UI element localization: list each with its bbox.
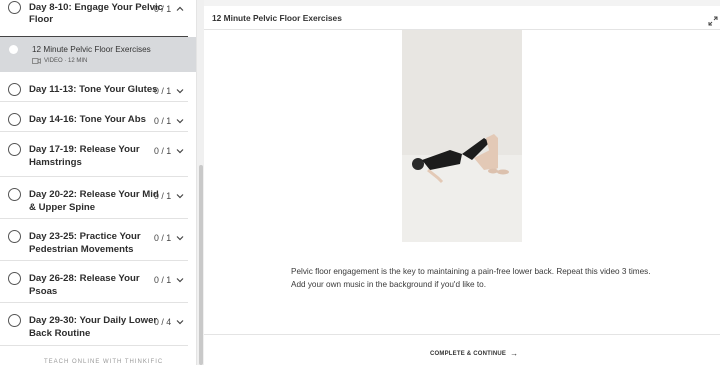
section-title-line1: Day 23-25: Practice Your: [29, 231, 141, 242]
sidebar-section[interactable]: Day 20-22: Release Your Mid & Upper Spine…: [0, 177, 188, 219]
lesson-title: 12 Minute Pelvic Floor Exercises: [32, 45, 151, 54]
page-title: 12 Minute Pelvic Floor Exercises: [212, 13, 342, 23]
chevron-down-icon[interactable]: [175, 317, 185, 327]
section-count: 0 / 1: [154, 116, 172, 126]
chevron-down-icon[interactable]: [175, 233, 185, 243]
progress-circle-icon: [8, 230, 21, 243]
section-count: 0 / 1: [154, 86, 172, 96]
content-header: 12 Minute Pelvic Floor Exercises: [204, 6, 720, 30]
progress-circle-icon: [8, 272, 21, 285]
section-title-line1: Day 20-22: Release Your Mid: [29, 189, 159, 200]
section-count: 0 / 1: [154, 275, 172, 285]
section-count: 0 / 1: [154, 4, 172, 14]
complete-continue-button[interactable]: COMPLETE & CONTINUE →: [430, 349, 518, 358]
section-count: 0 / 4: [154, 317, 172, 327]
section-title-line2: & Upper Spine: [29, 201, 96, 213]
section-title-line2: Floor: [29, 14, 53, 25]
sidebar-section[interactable]: Day 29-30: Your Daily Lower Back Routine 0…: [0, 303, 188, 346]
description-line1: Pelvic floor engagement is the key to ma…: [291, 267, 651, 276]
section-title-line1: Day 8-10: Engage Your Pelvic: [29, 2, 164, 13]
chevron-up-icon[interactable]: [175, 4, 185, 14]
section-title-line2: Back Routine: [29, 327, 91, 339]
section-count: 0 / 1: [154, 233, 172, 243]
lesson-meta: VIDEO · 12 MIN: [32, 58, 87, 64]
section-title-line1: Day 29-30: Your Daily Lower: [29, 315, 158, 326]
chevron-down-icon[interactable]: [175, 146, 185, 156]
lesson-status-dot: [9, 45, 18, 54]
video-player[interactable]: [402, 30, 522, 242]
complete-continue-label: COMPLETE & CONTINUE: [430, 350, 507, 357]
section-title-line1: Day 14-16: Tone Your Abs: [29, 114, 146, 125]
section-day-8-10[interactable]: Day 8-10: Engage Your Pelvic Floor 0 / 1: [0, 0, 188, 37]
section-count: 0 / 1: [154, 146, 172, 156]
footer-link[interactable]: TEACH ONLINE WITH THINKIFIC: [44, 359, 163, 365]
chevron-down-icon[interactable]: [175, 116, 185, 126]
sidebar-section[interactable]: Day 17-19: Release Your Hamstrings 0 / 1: [0, 132, 188, 177]
bottom-bar: COMPLETE & CONTINUE →: [204, 334, 720, 365]
sidebar-section[interactable]: Day 26-28: Release Your Psoas 0 / 1: [0, 261, 188, 303]
progress-circle-icon: [8, 314, 21, 327]
progress-circle-icon: [8, 188, 21, 201]
sidebar-section[interactable]: Day 11-13: Tone Your Glutes 0 / 1: [0, 72, 188, 102]
section-title-line2: Pedestrian Movements: [29, 243, 134, 255]
lesson-description: Pelvic floor engagement is the key to ma…: [291, 266, 651, 291]
lesson-item-active[interactable]: [0, 37, 196, 72]
description-line2: Add your own music in the background if …: [291, 279, 486, 289]
progress-circle-icon: [8, 1, 21, 14]
progress-circle-icon: [8, 83, 21, 96]
chevron-down-icon[interactable]: [175, 86, 185, 96]
section-count: 0 / 1: [154, 191, 172, 201]
section-title-line2: Psoas: [29, 285, 58, 297]
expand-icon[interactable]: [708, 13, 718, 26]
chevron-down-icon[interactable]: [175, 191, 185, 201]
sidebar-section[interactable]: Day 14-16: Tone Your Abs 0 / 1: [0, 102, 188, 132]
section-title-line1: Day 26-28: Release Your: [29, 273, 140, 284]
section-title-line1: Day 17-19: Release Your: [29, 144, 140, 155]
scrollbar-thumb[interactable]: [199, 165, 203, 365]
video-icon: [32, 58, 41, 64]
lesson-meta-text: VIDEO · 12 MIN: [44, 58, 88, 64]
video-thumbnail: [402, 30, 522, 242]
arrow-right-icon: →: [510, 349, 519, 358]
course-sidebar: Day 8-10: Engage Your Pelvic Floor 0 / 1…: [0, 0, 197, 365]
sidebar-section[interactable]: Day 23-25: Practice Your Pedestrian Movem…: [0, 219, 188, 261]
section-title-line1: Day 11-13: Tone Your Glutes: [29, 84, 158, 95]
section-title-line2: Hamstrings: [29, 156, 82, 168]
progress-circle-icon: [8, 143, 21, 156]
progress-circle-icon: [8, 113, 21, 126]
chevron-down-icon[interactable]: [175, 275, 185, 285]
lesson-content: 12 Minute Pelvic Floor Exercises Pelvic …: [204, 6, 720, 365]
